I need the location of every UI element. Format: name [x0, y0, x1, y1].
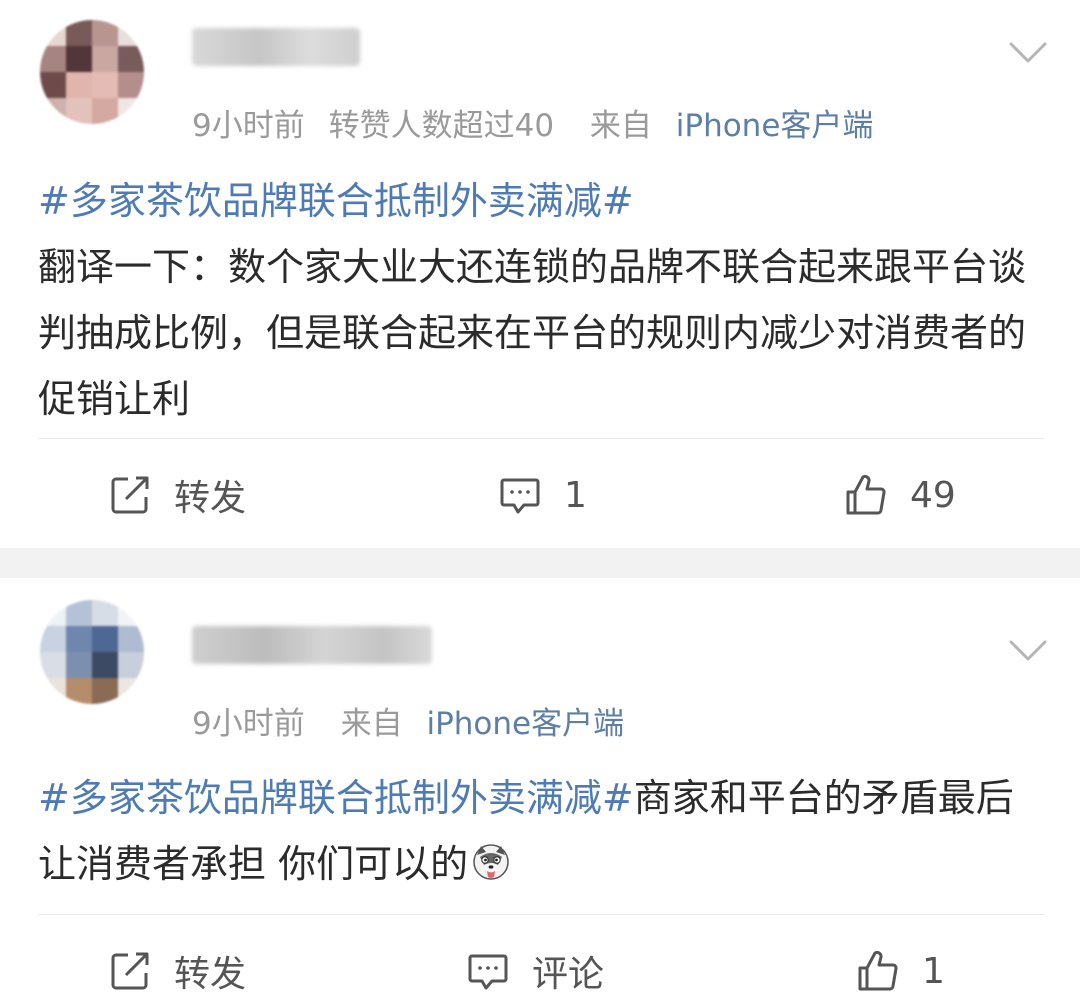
share-icon: [111, 952, 149, 990]
post-meta: 9小时前 转赞人数超过40 来自 iPhone客户端: [192, 100, 873, 145]
hashtag-link[interactable]: #多家茶饮品牌联合抵制外卖满减#: [38, 179, 634, 223]
username-blurred[interactable]: [192, 28, 360, 66]
avatar[interactable]: [40, 600, 144, 704]
post-content: #多家茶饮品牌联合抵制外卖满减#商家和平台的矛盾最后让消费者承担 你们可以的: [38, 765, 1048, 897]
post-meta: 9小时前 来自 iPhone客户端: [192, 698, 624, 743]
post-text: 翻译一下：数个家大业大还连锁的品牌不联合起来跟平台谈判抽成比例，但是联合起来在平…: [38, 245, 1027, 421]
like-button[interactable]: 1: [856, 946, 945, 996]
like-icon: [858, 950, 898, 991]
comment-button[interactable]: 评论: [466, 946, 604, 996]
hashtag-link[interactable]: #多家茶饮品牌联合抵制外卖满减#: [38, 776, 634, 820]
husky-dog-emoji: [473, 844, 509, 880]
post-card-1: 9小时前 转赞人数超过40 来自 iPhone客户端 #多家茶饮品牌联合抵制外卖…: [0, 0, 1080, 548]
chevron-down-icon[interactable]: [1008, 638, 1048, 664]
comment-button[interactable]: 1: [498, 470, 587, 520]
repost-label: 转发: [174, 954, 247, 995]
divider: [38, 438, 1044, 439]
repost-button[interactable]: 转发: [108, 470, 246, 520]
avatar[interactable]: [40, 20, 144, 124]
post-time: 9小时前: [192, 108, 305, 144]
client-link[interactable]: iPhone客户端: [676, 108, 874, 144]
repost-label: 转发: [174, 478, 247, 519]
comment-icon: [500, 478, 540, 514]
comment-count: 1: [564, 474, 587, 516]
comment-label: 评论: [532, 954, 605, 995]
like-count: 1: [922, 950, 945, 992]
post-content: #多家茶饮品牌联合抵制外卖满减# 翻译一下：数个家大业大还连锁的品牌不联合起来跟…: [38, 168, 1048, 432]
divider: [38, 914, 1044, 915]
comment-icon: [468, 954, 508, 990]
post-time: 9小时前: [192, 706, 305, 742]
post-card-2: 9小时前 来自 iPhone客户端 #多家茶饮品牌联合抵制外卖满减#商家和平台的…: [0, 578, 1080, 1003]
source-label: 来自: [589, 108, 652, 144]
client-link[interactable]: iPhone客户端: [426, 706, 624, 742]
repost-like-count-note: 转赞人数超过40: [328, 108, 555, 144]
like-button[interactable]: 49: [844, 470, 956, 520]
username-blurred[interactable]: [192, 626, 432, 664]
source-label: 来自: [340, 706, 403, 742]
repost-button[interactable]: 转发: [108, 946, 246, 996]
chevron-down-icon[interactable]: [1008, 40, 1048, 66]
post-separator: [0, 548, 1080, 578]
share-icon: [111, 476, 149, 514]
like-icon: [846, 474, 886, 515]
like-count: 49: [910, 474, 956, 516]
